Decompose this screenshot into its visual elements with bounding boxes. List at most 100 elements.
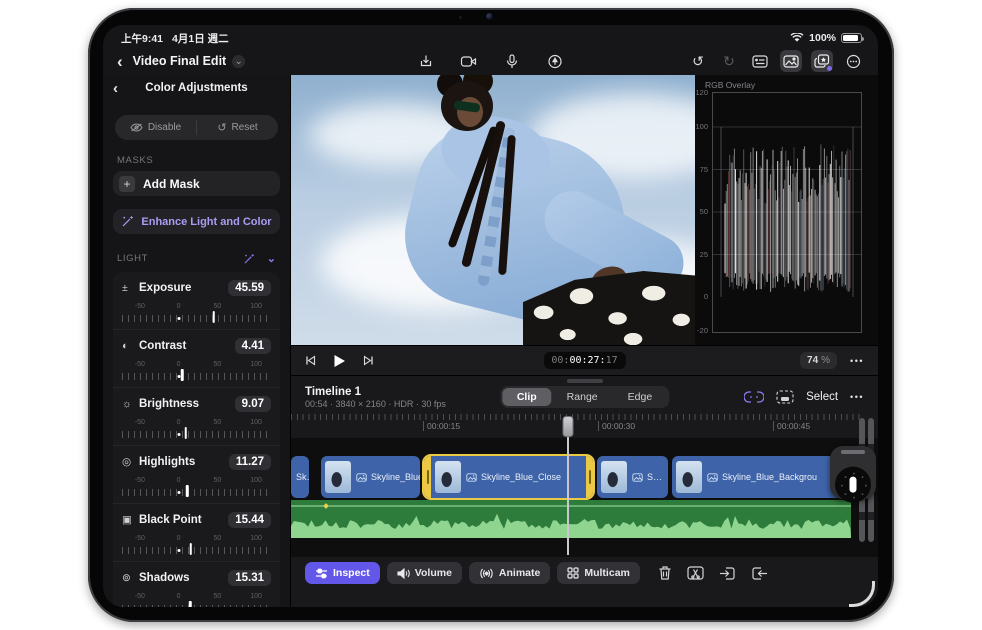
mode-range[interactable]: Range bbox=[552, 388, 613, 406]
ruler-label: 50 bbox=[213, 477, 221, 484]
timeline-clip[interactable]: Skyline_Blue_Backgrou bbox=[672, 456, 851, 498]
clip-thumbnail bbox=[676, 461, 702, 493]
zoom-value: 74 bbox=[807, 355, 818, 366]
timeline-clip[interactable]: Skyline_Blue_Wide bbox=[321, 456, 420, 498]
brightness-icon: ☼ bbox=[122, 398, 137, 410]
mode-clip[interactable]: Clip bbox=[502, 388, 552, 406]
light-collapse-chevron-icon[interactable]: ⌄ bbox=[267, 252, 276, 265]
next-frame-button[interactable] bbox=[363, 355, 374, 366]
project-title[interactable]: Video Final Edit bbox=[133, 54, 227, 68]
slider-handle[interactable] bbox=[213, 311, 216, 323]
plus-icon: + bbox=[119, 176, 135, 192]
timeline-overview-button[interactable] bbox=[776, 390, 794, 404]
slider-value-box[interactable]: 4.41 bbox=[235, 338, 271, 354]
jog-wheel[interactable] bbox=[830, 446, 876, 499]
slider-value-box[interactable]: 15.31 bbox=[228, 570, 271, 586]
more-button[interactable] bbox=[842, 50, 864, 72]
zero-marker-dot bbox=[177, 491, 180, 494]
jog-thumb[interactable] bbox=[850, 477, 857, 493]
black-point-icon: ▣ bbox=[122, 514, 137, 526]
slider-ruler[interactable]: -50050100 bbox=[122, 419, 271, 439]
slider-handle[interactable] bbox=[189, 543, 192, 555]
ruler-label: 100 bbox=[250, 535, 262, 542]
viewer-more-button[interactable]: ••• bbox=[850, 356, 864, 366]
trim-handle-right[interactable] bbox=[586, 456, 593, 498]
slider-ruler[interactable]: -50050100 bbox=[122, 535, 271, 555]
multicam-button[interactable]: Multicam bbox=[557, 562, 640, 584]
blade-button[interactable] bbox=[687, 565, 704, 581]
slider-handle[interactable] bbox=[186, 485, 189, 497]
masks-section-label: MASKS bbox=[117, 155, 276, 166]
play-button[interactable] bbox=[333, 354, 346, 368]
pencil-button[interactable] bbox=[544, 50, 566, 72]
delete-button[interactable] bbox=[658, 565, 672, 581]
slider-value-box[interactable]: 45.59 bbox=[228, 280, 271, 296]
mode-edge[interactable]: Edge bbox=[613, 388, 668, 406]
slider-ruler[interactable]: -50050100 bbox=[122, 477, 271, 497]
effects-icon bbox=[815, 55, 829, 67]
snapping-button[interactable] bbox=[744, 390, 764, 404]
eye-slash-icon bbox=[130, 123, 143, 132]
scope-title: RGB Overlay bbox=[705, 80, 755, 90]
scope-waveform bbox=[711, 91, 863, 337]
enhance-button[interactable]: Enhance Light and Color bbox=[113, 209, 280, 234]
inspector-button[interactable] bbox=[749, 50, 771, 72]
mic-button[interactable] bbox=[501, 50, 523, 72]
timeline-more-button[interactable]: ••• bbox=[850, 392, 864, 402]
import-icon bbox=[422, 55, 431, 65]
reset-button[interactable]: ↺ Reset bbox=[197, 115, 278, 140]
slider-ruler[interactable]: -50050100 bbox=[122, 593, 271, 607]
color-adjustments-panel: ‹ Color Adjustments Disable ↺ Reset bbox=[103, 75, 291, 607]
slider-handle[interactable] bbox=[189, 601, 192, 607]
previous-frame-button[interactable] bbox=[305, 355, 316, 366]
clip-label: Skyline_Blue_Wide bbox=[356, 472, 420, 482]
slider-handle[interactable] bbox=[181, 369, 184, 381]
timeline-clip[interactable]: Sk… bbox=[291, 456, 309, 498]
camera-button[interactable] bbox=[458, 50, 480, 72]
volume-button[interactable]: Volume bbox=[387, 562, 462, 584]
back-button[interactable]: ‹ bbox=[117, 53, 123, 70]
disable-button[interactable]: Disable bbox=[115, 115, 196, 140]
jog-dial[interactable] bbox=[835, 467, 871, 503]
clip-name: Skyline_Blue_Backgrou bbox=[722, 472, 817, 482]
insert-clip-button[interactable] bbox=[719, 566, 736, 581]
animate-button[interactable]: Animate bbox=[469, 562, 550, 584]
timecode-display[interactable]: 00:00:27:17 bbox=[543, 352, 625, 369]
select-button[interactable]: Select bbox=[806, 391, 838, 403]
slider-handle[interactable] bbox=[184, 427, 187, 439]
playhead-handle[interactable] bbox=[562, 416, 573, 437]
redo-button[interactable]: ↻ bbox=[718, 50, 740, 72]
slider-label: Contrast bbox=[139, 340, 186, 352]
timeline-clip[interactable]: S… bbox=[597, 456, 668, 498]
slider-black-point: ▣Black Point15.44-50050100 bbox=[113, 503, 280, 561]
ruler-timestamp: 00:00:45 bbox=[773, 421, 810, 431]
slider-ruler[interactable]: -50050100 bbox=[122, 303, 271, 323]
audio-track[interactable] bbox=[291, 500, 851, 538]
ruler-label: 100 bbox=[250, 361, 262, 368]
light-wand-icon[interactable] bbox=[243, 253, 255, 265]
import-button[interactable] bbox=[415, 50, 437, 72]
inspect-button[interactable]: Inspect bbox=[305, 562, 380, 584]
title-menu-chevron-icon[interactable]: ⌄ bbox=[232, 55, 245, 68]
append-clip-button[interactable] bbox=[751, 566, 768, 581]
panel-back-button[interactable]: ‹ bbox=[113, 80, 118, 97]
media-browser-button[interactable] bbox=[780, 50, 802, 72]
effects-button[interactable] bbox=[811, 50, 833, 72]
slider-value-box[interactable]: 15.44 bbox=[228, 512, 271, 528]
undo-button[interactable]: ↺ bbox=[687, 50, 709, 72]
add-mask-button[interactable]: + Add Mask bbox=[113, 171, 280, 196]
jog-handle-bar[interactable] bbox=[841, 450, 865, 454]
ruler-timestamp: 00:00:15 bbox=[423, 421, 460, 431]
trim-handle-left[interactable] bbox=[424, 456, 431, 498]
scope-scale-label: 50 bbox=[695, 207, 708, 216]
timeline-ruler[interactable]: 00:00:1500:00:3000:00:45 bbox=[291, 414, 878, 438]
slider-contrast: ◐Contrast4.41-50050100 bbox=[113, 329, 280, 387]
playhead[interactable] bbox=[567, 416, 569, 555]
ruler-label: 50 bbox=[213, 361, 221, 368]
slider-value-box[interactable]: 11.27 bbox=[229, 454, 271, 470]
ruler-tick-marks bbox=[122, 547, 271, 554]
wifi-icon bbox=[790, 33, 804, 43]
zoom-level-button[interactable]: 74% bbox=[800, 352, 837, 369]
slider-value-box[interactable]: 9.07 bbox=[235, 396, 271, 412]
slider-ruler[interactable]: -50050100 bbox=[122, 361, 271, 381]
